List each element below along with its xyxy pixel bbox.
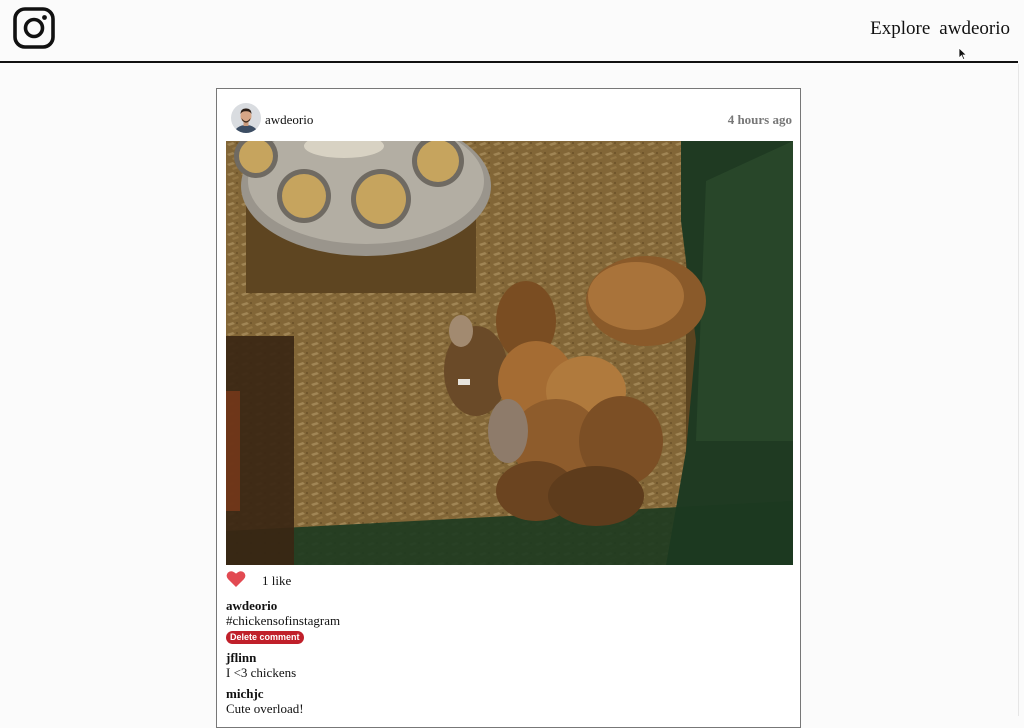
post-image[interactable]: [226, 141, 793, 565]
comment-author-link[interactable]: michjc: [226, 686, 786, 701]
explore-link[interactable]: Explore: [870, 18, 930, 40]
comments-list: awdeorio #chickensofinstagram Delete com…: [226, 598, 786, 722]
post-timestamp-link[interactable]: 4 hours ago: [728, 112, 792, 128]
scrollbar-track[interactable]: [1018, 0, 1024, 716]
delete-comment-button[interactable]: Delete comment: [226, 631, 304, 644]
heart-icon[interactable]: [226, 570, 246, 588]
instagram-icon[interactable]: [13, 7, 55, 49]
avatar[interactable]: [231, 103, 261, 133]
comment: awdeorio #chickensofinstagram Delete com…: [226, 598, 786, 644]
comment: michjc Cute overload!: [226, 686, 786, 716]
post-photo: [226, 141, 793, 565]
like-count: 1 like: [262, 573, 292, 588]
comment-author-link[interactable]: awdeorio: [226, 598, 786, 613]
post-owner-link[interactable]: awdeorio: [265, 112, 313, 128]
user-profile-link[interactable]: awdeorio: [939, 18, 1010, 40]
post-card: awdeorio 4 hours ago 1 like awdeorio #ch…: [216, 88, 801, 728]
avatar-icon: [231, 103, 261, 133]
mouse-cursor-icon: [958, 47, 968, 61]
comment-text: Cute overload!: [226, 701, 304, 716]
nav-links: Explore awdeorio: [870, 18, 1010, 40]
post-header: awdeorio 4 hours ago: [231, 103, 792, 135]
comment-text: I <3 chickens: [226, 665, 297, 680]
comment: jflinn I <3 chickens: [226, 650, 786, 680]
comment-author-link[interactable]: jflinn: [226, 650, 786, 665]
top-bar: Explore awdeorio: [0, 0, 1018, 63]
comment-text: #chickensofinstagram: [226, 613, 341, 628]
